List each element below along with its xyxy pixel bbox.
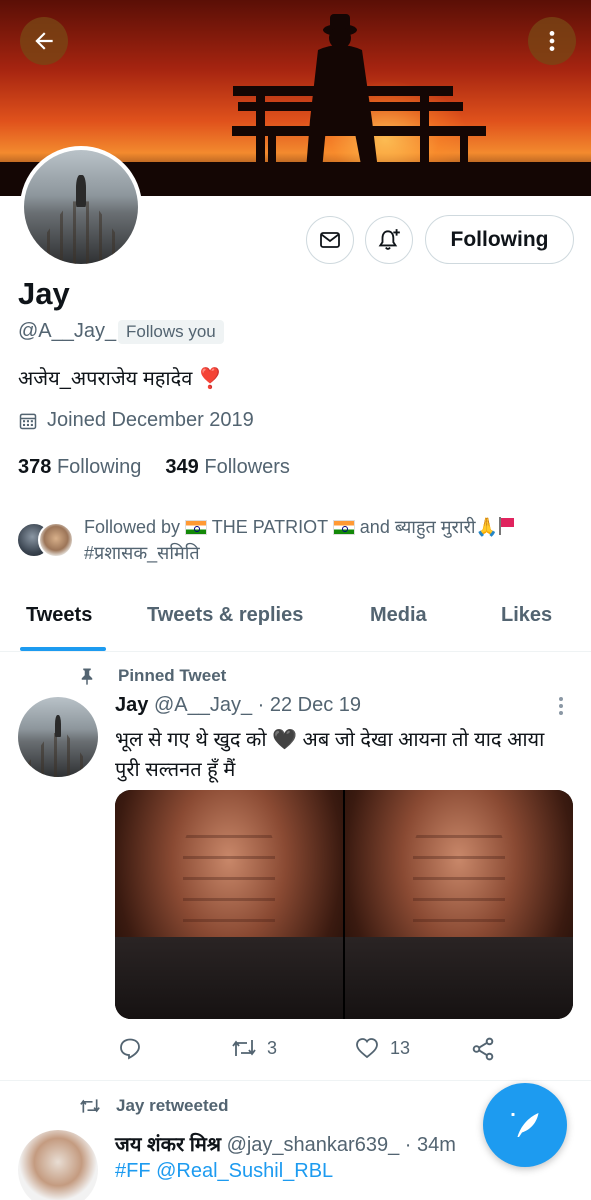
india-flag-icon: [185, 520, 208, 535]
following-count: 378: [18, 456, 52, 478]
tweet-media[interactable]: [115, 790, 573, 1019]
followed-by-name-1: THE PATRIOT: [211, 517, 328, 537]
like-count: 13: [390, 1037, 411, 1058]
followed-by-prefix: Followed by: [84, 517, 181, 537]
avatar-rail: [18, 733, 98, 777]
retweet-author-name[interactable]: जय शंकर मिश्र: [115, 1134, 221, 1156]
envelope-icon: [320, 232, 340, 248]
avatar-person: [54, 714, 62, 737]
avatar-person: [76, 175, 86, 207]
tweet-text: भूल से गए थे खुद को 🖤 अब जो देखा आयना तो…: [115, 729, 545, 781]
retweet-handle-time: @jay_shankar639_ · 34m: [226, 1134, 456, 1156]
following-stat[interactable]: 378 Following: [18, 456, 141, 479]
profile-bio: अजेय_अपराजेय महादेव ❣️: [18, 368, 223, 390]
tab-media[interactable]: Media: [370, 604, 427, 627]
following-button[interactable]: Following: [425, 215, 574, 264]
retweet-header: जय शंकर मिश्र @jay_shankar639_ · 34m: [115, 1130, 456, 1157]
compose-tweet-button[interactable]: [483, 1083, 567, 1167]
followed-by-avatars: [16, 522, 76, 562]
active-tab-indicator: [20, 647, 106, 651]
heart-icon: [356, 1038, 378, 1059]
bell-plus-icon: [378, 229, 400, 250]
pin-icon: [81, 668, 93, 685]
followed-by-line-2: #प्रशासक_समिति: [84, 543, 200, 563]
retweet-author-avatar[interactable]: [18, 1130, 98, 1200]
shorts-shading: [345, 936, 573, 1019]
vertical-dots-icon: [549, 31, 555, 51]
abs-shading: [413, 817, 505, 937]
notifications-button[interactable]: [365, 216, 413, 264]
retweet-count: 3: [267, 1037, 278, 1058]
share-button[interactable]: [470, 1036, 496, 1062]
retweet-icon: [232, 1040, 256, 1056]
avatar-image: [18, 697, 98, 777]
follower-avatar-2: [38, 522, 74, 558]
following-label: Following: [56, 456, 142, 478]
tab-likes[interactable]: Likes: [501, 604, 552, 627]
shorts-shading: [115, 936, 343, 1019]
retweet-label: Jay retweeted: [116, 1096, 229, 1115]
retweet-indicator: Jay retweeted: [78, 1096, 228, 1116]
follows-you-badge: Follows you: [118, 320, 224, 344]
pinned-indicator: Pinned Tweet: [78, 666, 226, 686]
more-options-button[interactable]: [528, 17, 576, 65]
followers-count: 349: [165, 456, 199, 478]
tab-tweets-replies[interactable]: Tweets & replies: [147, 604, 303, 627]
retweet-button[interactable]: 3: [231, 1036, 277, 1060]
tweet-author-name[interactable]: Jay: [115, 694, 148, 716]
followed-by-text: Followed by THE PATRIOT and ब्याहुत मुरा…: [84, 514, 574, 566]
tweet-actions: 3 13: [118, 1036, 498, 1064]
avatar-image: [24, 150, 138, 264]
followers-stat[interactable]: 349 Followers: [165, 456, 290, 479]
tweet-image-2[interactable]: [345, 790, 573, 1019]
pinned-label: Pinned Tweet: [118, 666, 227, 685]
tweet-header: Jay @A__Jay_ · 22 Dec 19: [115, 694, 361, 717]
profile-handle: @A__Jay_: [18, 320, 117, 342]
tweet-separator: [0, 1080, 591, 1081]
profile-avatar[interactable]: [20, 146, 142, 268]
follow-stats: 378 Following 349 Followers: [18, 456, 290, 479]
calendar-icon: [19, 413, 37, 429]
share-icon: [472, 1037, 494, 1061]
profile-name: Jay: [18, 276, 70, 311]
retweet-text[interactable]: #FF @Real_Sushil_RBL: [115, 1160, 333, 1183]
abs-shading: [183, 817, 275, 937]
joined-date: Joined December 2019: [47, 409, 254, 431]
arrow-left-icon: [35, 32, 53, 50]
tweet-handle-date: @A__Jay_ · 22 Dec 19: [153, 694, 362, 716]
vertical-dots-icon: [559, 697, 563, 715]
reply-button[interactable]: [118, 1036, 142, 1060]
reply-icon: [120, 1038, 140, 1060]
tweet-image-1[interactable]: [115, 790, 343, 1019]
joined-row: Joined December 2019: [18, 409, 254, 432]
retweet-icon: [80, 1099, 100, 1113]
back-button[interactable]: [20, 17, 68, 65]
tweet-more-button[interactable]: [553, 694, 569, 723]
red-flag-icon: [498, 517, 515, 535]
india-flag-icon: [332, 520, 355, 535]
followed-by-and: and ब्याहुत मुरारी🙏: [359, 517, 499, 537]
compose-feather-icon: [511, 1113, 539, 1137]
tweet-author-avatar[interactable]: [18, 697, 98, 777]
followers-label: Followers: [204, 456, 290, 478]
tab-tweets[interactable]: Tweets: [26, 604, 92, 627]
like-button[interactable]: 13: [354, 1036, 410, 1060]
avatar-rail: [24, 201, 138, 264]
message-button[interactable]: [306, 216, 354, 264]
profile-tabs: Tweets Tweets & replies Media Likes: [0, 590, 591, 652]
